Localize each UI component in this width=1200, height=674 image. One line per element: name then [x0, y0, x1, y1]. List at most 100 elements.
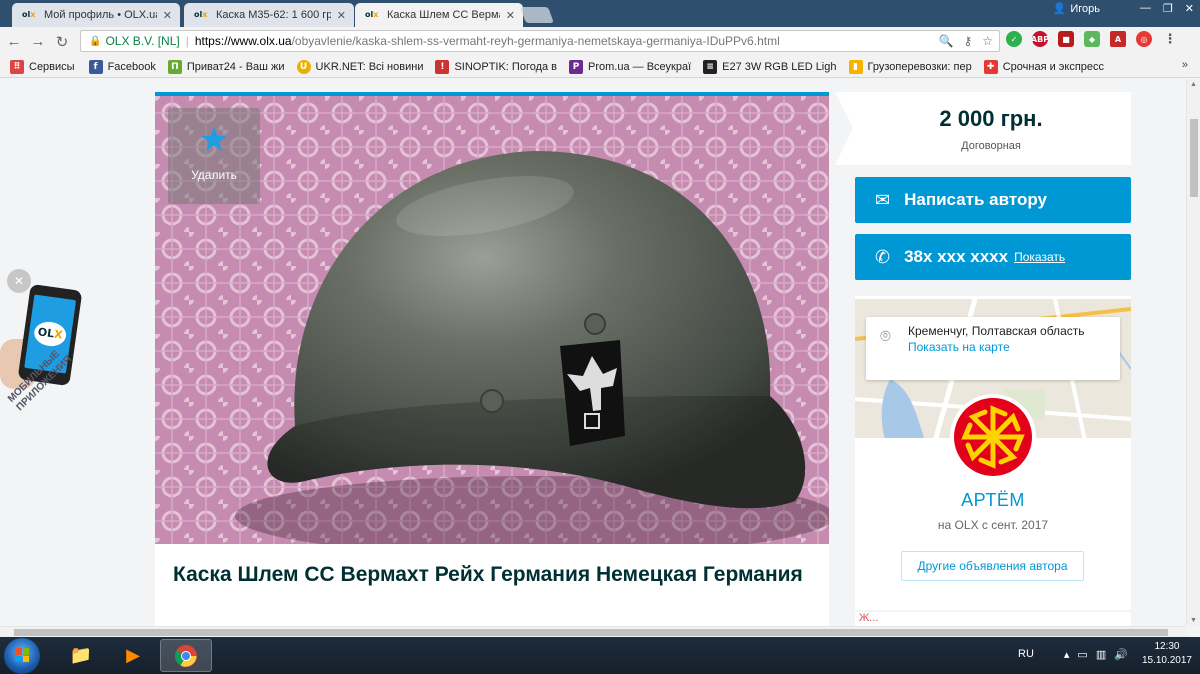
express-icon: ✚	[983, 59, 998, 74]
shield-extension-icon[interactable]: ■	[1058, 31, 1074, 47]
apps-icon: ⠿	[10, 59, 24, 74]
language-indicator[interactable]: RU	[1018, 648, 1034, 660]
windows-logo-icon	[15, 648, 29, 662]
envelope-icon: ✉	[875, 189, 891, 211]
bookmark-item[interactable]: ≡ E27 3W RGB LED Ligh	[703, 59, 837, 74]
network-icon[interactable]: ▥	[1096, 648, 1106, 661]
ukrnet-icon: U	[296, 59, 311, 74]
listing-title: Каска Шлем СС Вермахт Рейх Германия Неме…	[173, 563, 803, 586]
vertical-scrollbar[interactable]: ▲ ▼	[1186, 79, 1200, 626]
key-icon[interactable]: ⚷	[963, 34, 972, 48]
tab-strip: olx Мой профиль • OLX.ua ✕ olx Каска М35…	[0, 0, 1200, 27]
bookmarks-bar: ⠿ Сервисы f Facebook П Приват24 - Ваш жи…	[0, 56, 1200, 78]
price-note: Договорная	[961, 140, 1021, 152]
media-player-icon: ▶	[126, 645, 140, 665]
volume-icon[interactable]: 🔊	[1114, 648, 1128, 661]
privat-icon: П	[167, 59, 182, 74]
folder-icon: 📁	[69, 645, 93, 665]
olx-logo: OLX	[32, 319, 68, 349]
olx-favicon-icon: olx	[22, 10, 36, 19]
start-button[interactable]	[4, 638, 40, 674]
back-icon[interactable]: ←	[4, 33, 24, 50]
browser-toolbar: ← → ↻ 🔒 OLX B.V. [NL] | https://www.olx.…	[0, 27, 1200, 56]
user-icon: 👤	[1052, 3, 1067, 15]
window-controls: — ❐ ✕	[1140, 2, 1194, 15]
pdf-extension-icon[interactable]: A	[1110, 31, 1126, 47]
kolovrat-avatar-icon	[954, 398, 1032, 476]
tab-close-icon[interactable]: ✕	[337, 9, 346, 22]
listing-title-box: Каска Шлем СС Вермахт Рейх Германия Неме…	[155, 544, 829, 628]
show-phone-button[interactable]: ✆ 38х ххх хххх Показать	[855, 234, 1131, 280]
facebook-icon: f	[88, 59, 103, 74]
horizontal-scroll-thumb[interactable]	[14, 629, 1168, 636]
profile-button[interactable]: 👤 Игорь	[1052, 2, 1100, 16]
tab-title: Каска М35-62: 1 600 грн	[216, 9, 331, 21]
seller-avatar[interactable]	[950, 394, 1036, 480]
favorite-button[interactable]: ★ Удалить	[168, 108, 260, 204]
mobile-apps-promo[interactable]: ✕ OLX МОБИЛЬНЫЕ ПРИЛОЖЕНИЯ	[0, 269, 110, 489]
scroll-down-icon[interactable]: ▼	[1190, 617, 1197, 624]
browser-tab-active[interactable]: olx Каска Шлем СС Вермахт ✕	[355, 3, 523, 27]
favorite-label: Удалить	[191, 168, 237, 182]
windows-taskbar: 📁 ▶ RU ▴ ▭ ▥ 🔊 12:30 15.10.2017	[0, 637, 1200, 674]
minimize-icon[interactable]: —	[1140, 2, 1151, 15]
zoom-icon[interactable]: 🔍	[938, 34, 953, 48]
menu-icon[interactable]: ⋮	[1162, 31, 1178, 47]
bookmarks-overflow-button[interactable]: »	[1182, 59, 1188, 71]
maximize-icon[interactable]: ❐	[1163, 2, 1173, 15]
prom-icon: P	[569, 59, 584, 74]
new-tab-button[interactable]	[520, 7, 554, 23]
tab-title: Мой профиль • OLX.ua	[44, 9, 157, 21]
reload-icon[interactable]: ↻	[52, 33, 72, 51]
cargo-icon: ▮	[848, 59, 863, 74]
url-host: https://www.olx.ua	[194, 34, 292, 48]
check-extension-icon[interactable]: ✓	[1006, 31, 1022, 47]
bookmark-item[interactable]: f Facebook	[88, 59, 156, 74]
close-promo-icon[interactable]: ✕	[7, 269, 31, 293]
seller-since: на OLX с сент. 2017	[937, 518, 1049, 532]
seller-card: АРТЁМ на OLX с сент. 2017 Другие объявле…	[855, 394, 1131, 610]
tab-close-icon[interactable]: ✕	[163, 9, 172, 22]
vertical-scroll-thumb[interactable]	[1190, 119, 1198, 197]
show-phone-link[interactable]: Показать	[1014, 250, 1065, 264]
browser-tab[interactable]: olx Каска М35-62: 1 600 грн ✕	[184, 3, 354, 27]
bookmark-item[interactable]: ✚ Срочная и экспресс	[983, 59, 1104, 74]
target-extension-icon[interactable]: ◎	[1136, 31, 1152, 47]
other-ads-button[interactable]: Другие объявления автора	[901, 551, 1084, 581]
bookmark-item[interactable]: ! SINOPTIK: Погода в	[435, 59, 557, 74]
shield-green-extension-icon[interactable]: ◆	[1084, 31, 1100, 47]
tray-expand-icon[interactable]: ▴	[1064, 648, 1070, 661]
show-on-map-link[interactable]: Показать на карте	[908, 340, 1110, 354]
phone-number: 38х ххх хххх	[904, 247, 1009, 266]
forward-icon[interactable]: →	[28, 33, 48, 50]
profile-name: Игорь	[1070, 2, 1100, 15]
bookmark-item[interactable]: П Приват24 - Ваш жи	[167, 59, 285, 74]
battery-icon[interactable]: ▭	[1077, 648, 1087, 661]
seller-name[interactable]: АРТЁМ	[855, 490, 1131, 511]
bookmark-item[interactable]: ▮ Грузоперевозки: пер	[848, 59, 972, 74]
horizontal-scrollbar[interactable]	[0, 626, 1186, 637]
bookmark-star-icon[interactable]: ☆	[982, 34, 993, 48]
bookmark-item[interactable]: ⠿ Сервисы	[10, 59, 75, 74]
message-author-button[interactable]: ✉ Написать автору	[855, 177, 1131, 223]
explorer-taskbar-button[interactable]: 📁	[55, 639, 107, 672]
clock[interactable]: 12:30 15.10.2017	[1142, 640, 1192, 668]
adblock-extension-icon[interactable]: ABP	[1031, 31, 1049, 47]
system-tray: RU ▴ ▭ ▥ 🔊 12:30 15.10.2017	[1018, 640, 1192, 668]
clock-time: 12:30	[1154, 641, 1180, 652]
extensions: ✓ ABP ■ ◆ A ◎ ⋮	[1006, 31, 1178, 47]
tab-title: Каска Шлем СС Вермахт	[387, 9, 500, 21]
media-player-taskbar-button[interactable]: ▶	[107, 639, 159, 672]
address-bar[interactable]: 🔒 OLX B.V. [NL] | https://www.olx.ua /ob…	[80, 30, 1000, 52]
tab-close-icon[interactable]: ✕	[506, 9, 515, 22]
olx-favicon-icon: olx	[194, 10, 208, 19]
scroll-up-icon[interactable]: ▲	[1190, 81, 1197, 88]
close-window-icon[interactable]: ✕	[1185, 2, 1194, 15]
bookmark-item[interactable]: P Prom.ua — Всеукраї	[569, 59, 691, 74]
star-icon: ★	[198, 120, 230, 160]
page-content: ✕ OLX МОБИЛЬНЫЕ ПРИЛОЖЕНИЯ ★ Удалить Кас…	[0, 79, 1186, 628]
location-card: ⌾ Кременчуг, Полтавская область Показать…	[866, 317, 1120, 380]
bookmark-item[interactable]: U UKR.NET: Всі новини	[296, 59, 423, 74]
chrome-taskbar-button[interactable]	[160, 639, 212, 672]
browser-tab[interactable]: olx Мой профиль • OLX.ua ✕	[12, 3, 180, 27]
